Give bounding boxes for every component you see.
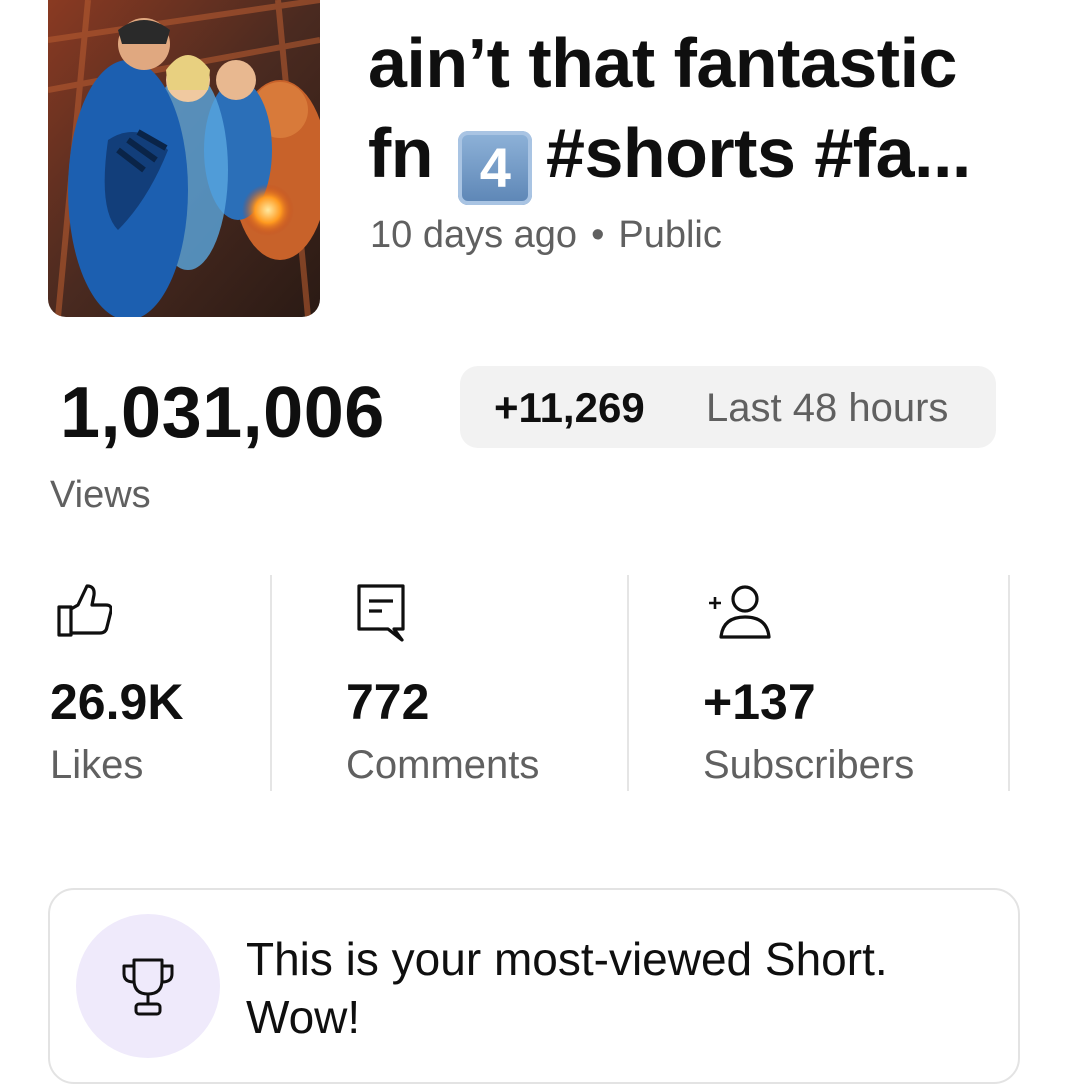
video-meta: 10 days ago • Public: [370, 214, 722, 257]
add-person-icon: [707, 583, 773, 644]
meta-separator: •: [591, 214, 605, 256]
achievement-badge: [76, 914, 220, 1058]
visibility-status: Public: [618, 214, 722, 256]
views-delta-pill: +11,269 Last 48 hours: [460, 366, 996, 448]
stat-divider: [1008, 575, 1010, 791]
comments-value: 772: [346, 674, 430, 730]
video-title-line-1: ain’t that fantastic: [368, 24, 957, 102]
title-hashtags: #shorts #fa...: [546, 114, 971, 192]
views-count: 1,031,006: [60, 373, 385, 453]
likes-label: Likes: [50, 743, 144, 787]
stat-divider: [627, 575, 629, 791]
subscribers-value: +137: [703, 674, 816, 730]
views-delta: +11,269: [494, 384, 645, 431]
video-title-line-2: fn 4 #shorts #fa...: [368, 108, 1068, 205]
achievement-message: This is your most-viewed Short. Wow!: [246, 933, 888, 1043]
views-delta-period: Last 48 hours: [706, 386, 949, 430]
title-prefix: fn: [368, 114, 434, 192]
keycap-4-emoji-icon: 4: [458, 131, 533, 205]
achievement-card[interactable]: This is your most-viewed Short. Wow!: [48, 888, 1020, 1084]
stat-divider: [270, 575, 272, 791]
stat-subscribers[interactable]: +137 Subscribers: [703, 575, 1003, 791]
comment-icon: [356, 583, 408, 648]
video-title: ain’t that fantastic fn 4 #shorts #fa...: [368, 18, 1068, 205]
views-label: Views: [50, 474, 151, 516]
stat-comments[interactable]: 772 Comments: [346, 575, 626, 791]
likes-value: 26.9K: [50, 674, 184, 730]
subscribers-label: Subscribers: [703, 743, 915, 787]
stat-likes[interactable]: 26.9K Likes: [50, 575, 270, 791]
video-age: 10 days ago: [370, 214, 578, 256]
video-thumbnail[interactable]: [48, 0, 320, 317]
thumbs-up-icon: [56, 583, 113, 644]
comments-label: Comments: [346, 743, 540, 787]
